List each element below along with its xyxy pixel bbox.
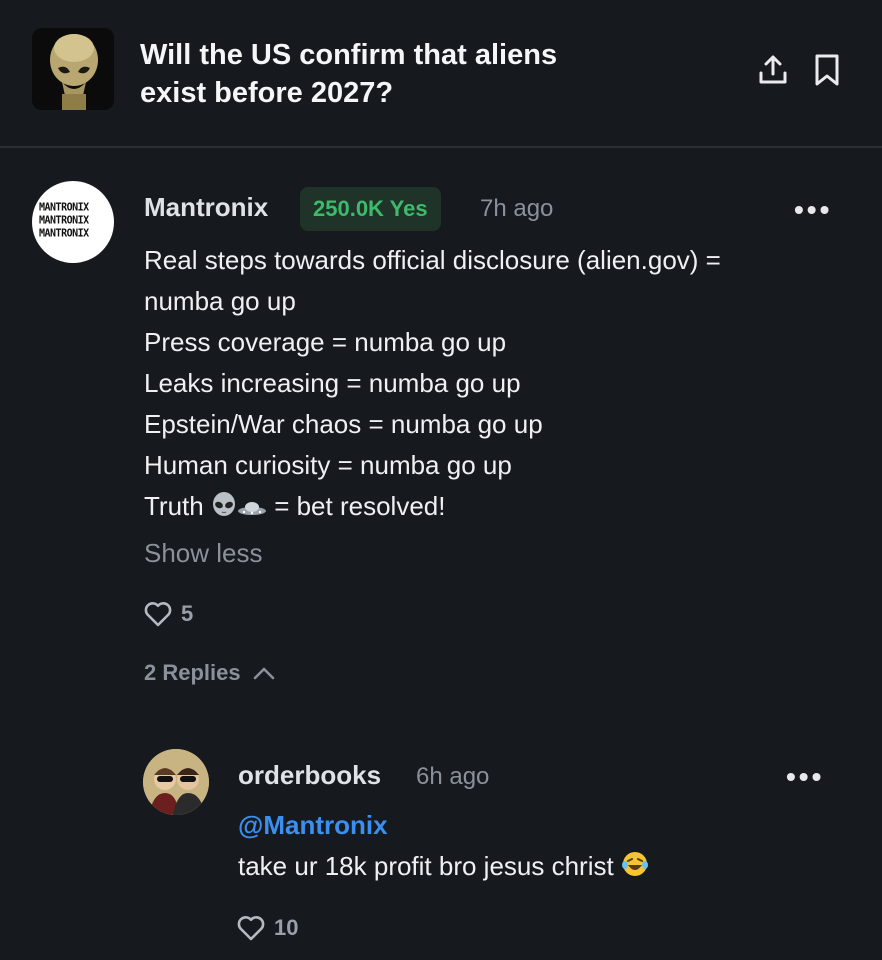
reply-like-count: 10: [274, 915, 299, 940]
market-thumbnail[interactable]: [32, 28, 114, 110]
avatar-mantronix[interactable]: MANTRONIX MANTRONIX MANTRONIX: [32, 181, 114, 263]
market-title-line1: Will the US confirm that aliens: [140, 39, 558, 71]
market-title-line2: exist before 2027?: [140, 77, 394, 109]
avatar-text-3: MANTRONIX: [39, 227, 89, 240]
reply-time: 6h ago: [416, 763, 490, 790]
mention-link[interactable]: @Mantronix: [238, 810, 388, 841]
comment-username[interactable]: Mantronix: [144, 192, 268, 223]
replies-label: 2 Replies: [144, 660, 241, 685]
comment-line-6: Human curiosity = numba go up: [144, 450, 512, 480]
replies-toggle[interactable]: 2 Replies: [144, 660, 275, 686]
heart-icon: [237, 916, 265, 941]
truth-label: Truth: [144, 491, 204, 521]
comment-time: 7h ago: [480, 195, 554, 222]
position-badge: 250.0K Yes: [300, 187, 441, 231]
laughing-tears-emoji: [621, 850, 649, 885]
comment-line-1: Real steps towards official disclosure (…: [144, 245, 721, 275]
share-button[interactable]: [756, 50, 790, 90]
alien-emoji: [211, 489, 237, 530]
reply-more-button[interactable]: •••: [786, 761, 824, 793]
comment-line-3: Press coverage = numba go up: [144, 327, 507, 357]
comment-line-5: Epstein/War chaos = numba go up: [144, 409, 543, 439]
market-title[interactable]: Will the US confirm that aliens exist be…: [140, 36, 700, 112]
show-less-link[interactable]: Show less: [144, 538, 263, 569]
comment-line-4: Leaks increasing = numba go up: [144, 368, 521, 398]
reply-username[interactable]: orderbooks: [238, 760, 381, 791]
comment-more-button[interactable]: •••: [794, 194, 832, 226]
comment-like-button[interactable]: 5: [143, 600, 193, 628]
avatar-orderbooks[interactable]: [143, 749, 209, 815]
bookmark-icon: [815, 54, 839, 86]
comment-line-2: numba go up: [144, 286, 296, 316]
chevron-up-icon: [253, 667, 274, 680]
market-header: Will the US confirm that aliens exist be…: [0, 0, 882, 148]
reply-text: take ur 18k profit bro jesus christ: [238, 851, 614, 881]
share-icon: [759, 55, 787, 84]
comment-body: Real steps towards official disclosure (…: [144, 240, 844, 530]
comment-line-7: Truth = bet resolved!: [144, 486, 844, 530]
ufo-emoji: [237, 489, 267, 530]
comment-like-count: 5: [181, 601, 194, 626]
bookmark-button[interactable]: [810, 50, 844, 90]
reply-body: take ur 18k profit bro jesus christ: [238, 850, 649, 885]
heart-icon: [144, 602, 172, 627]
bet-resolved-text: = bet resolved!: [274, 491, 446, 521]
reply-like-button[interactable]: 10: [236, 914, 298, 942]
